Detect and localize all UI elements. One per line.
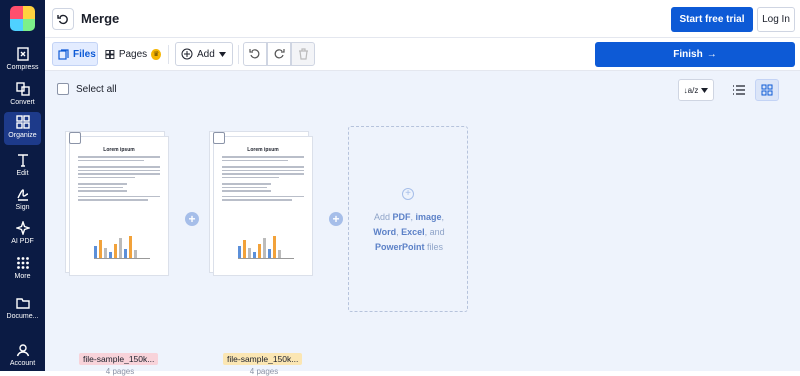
toolbar: Files Pages ♛ Add Finish → bbox=[45, 38, 800, 71]
premium-crown-icon: ♛ bbox=[151, 48, 161, 60]
sidebar-item-edit[interactable]: Edit bbox=[0, 150, 45, 183]
divider bbox=[168, 45, 169, 64]
rotate-left-button[interactable] bbox=[243, 42, 267, 66]
file-name-tag: file-sample_150k... bbox=[223, 353, 303, 365]
arrow-right-icon: → bbox=[706, 49, 717, 60]
app-logo[interactable] bbox=[10, 6, 35, 31]
edit-icon bbox=[17, 154, 28, 167]
sidebar-item-ai-pdf[interactable]: AI PDF bbox=[0, 218, 45, 251]
page-title: Merge bbox=[81, 11, 120, 26]
organize-icon bbox=[15, 115, 30, 129]
list-view-button[interactable] bbox=[727, 79, 751, 101]
tab-files[interactable]: Files bbox=[52, 42, 98, 66]
insert-file-button[interactable]: + bbox=[329, 212, 343, 226]
select-all-checkbox[interactable]: Select all bbox=[57, 83, 117, 95]
grid-view-icon bbox=[761, 84, 773, 96]
divider bbox=[238, 45, 239, 64]
sidebar-item-convert[interactable]: Convert bbox=[0, 79, 45, 112]
dropzone-hint: Add PDF, image, Word, Excel, and PowerPo… bbox=[373, 212, 445, 252]
file-thumbnail: Lorem ipsum bbox=[213, 136, 313, 276]
sidebar: Compress Convert Organize Edit Sign AI P… bbox=[0, 0, 45, 371]
back-button[interactable] bbox=[52, 8, 74, 30]
file-name-tag: file-sample_150k... bbox=[79, 353, 159, 365]
add-files-dropzone[interactable]: + Add PDF, image, Word, Excel, and Power… bbox=[348, 126, 468, 312]
chevron-down-icon bbox=[701, 87, 709, 93]
file-checkbox[interactable] bbox=[213, 132, 225, 144]
login-button[interactable]: Log In bbox=[757, 7, 795, 32]
grid-view-button[interactable] bbox=[755, 79, 779, 101]
file-workspace: Select all ↓a/z Lorem ipsum file-sample_… bbox=[45, 71, 800, 376]
ai-sparkle-icon bbox=[15, 221, 30, 235]
rotate-right-icon bbox=[274, 49, 285, 59]
file-checkbox[interactable] bbox=[69, 132, 81, 144]
list-icon bbox=[733, 85, 745, 95]
sidebar-item-sign[interactable]: Sign bbox=[0, 184, 45, 217]
grid-icon bbox=[16, 257, 29, 269]
user-icon bbox=[16, 344, 29, 357]
start-free-trial-button[interactable]: Start free trial bbox=[671, 7, 753, 32]
page-count: 4 pages bbox=[249, 367, 279, 376]
sidebar-item-more[interactable]: More bbox=[0, 253, 45, 286]
rotate-left-icon bbox=[249, 49, 260, 59]
rotate-right-button[interactable] bbox=[267, 42, 291, 66]
file-card[interactable]: Lorem ipsum file-sample_150k... 4 pages bbox=[209, 127, 319, 376]
sort-button[interactable]: ↓a/z bbox=[678, 79, 714, 101]
add-button[interactable]: Add bbox=[175, 42, 233, 66]
undo-arrow-icon bbox=[57, 14, 68, 25]
delete-button[interactable] bbox=[291, 42, 315, 66]
file-card[interactable]: Lorem ipsum file-sample_150k... 4 pages bbox=[65, 127, 175, 376]
add-circle-icon bbox=[181, 48, 193, 60]
thumbnail-chart bbox=[94, 233, 150, 259]
sign-icon bbox=[16, 189, 28, 201]
finish-button[interactable]: Finish → bbox=[595, 42, 795, 67]
folder-icon bbox=[15, 298, 30, 309]
insert-file-button[interactable]: + bbox=[185, 212, 199, 226]
sidebar-item-documents[interactable]: Docume... bbox=[0, 293, 45, 326]
files-icon bbox=[58, 48, 69, 60]
tab-pages[interactable]: Pages ♛ bbox=[103, 42, 161, 66]
plus-icon: + bbox=[402, 188, 414, 200]
page-count: 4 pages bbox=[105, 367, 135, 376]
trash-icon bbox=[298, 48, 308, 60]
checkbox[interactable] bbox=[57, 83, 69, 95]
thumbnail-chart bbox=[238, 233, 294, 259]
sidebar-item-organize[interactable]: Organize bbox=[4, 112, 41, 145]
chevron-down-icon bbox=[218, 51, 226, 57]
top-bar: Merge Start free trial Log In bbox=[45, 0, 800, 38]
sort-az-icon: ↓a/z bbox=[683, 85, 699, 95]
convert-icon bbox=[15, 82, 30, 96]
pages-grid-icon bbox=[105, 49, 115, 59]
compress-icon bbox=[16, 47, 29, 61]
sidebar-item-compress[interactable]: Compress bbox=[0, 44, 45, 77]
file-thumbnail: Lorem ipsum bbox=[69, 136, 169, 276]
sidebar-item-account[interactable]: Account bbox=[0, 340, 45, 373]
